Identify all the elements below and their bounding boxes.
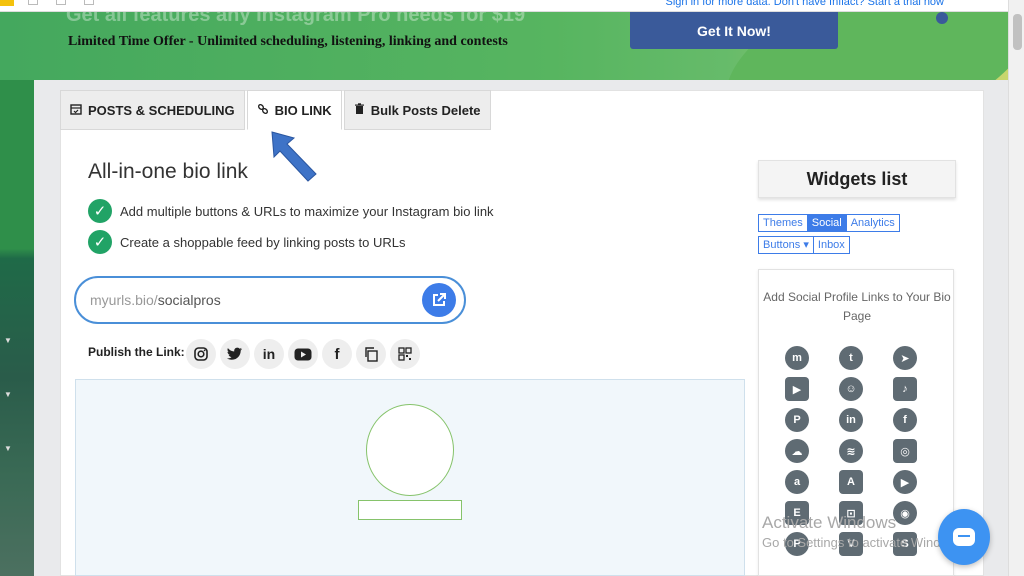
promo-banner: Get all features any Instagram Pro needs… — [0, 12, 1008, 80]
scrollbar-thumb[interactable] — [1013, 14, 1022, 50]
linkedin-icon[interactable]: in — [254, 339, 284, 369]
chat-icon — [953, 528, 975, 546]
soundcloud-icon[interactable]: ☁ — [785, 439, 809, 463]
feature-text: Add multiple buttons & URLs to maximize … — [120, 203, 494, 219]
pointer-arrow-icon — [271, 131, 317, 182]
widget-tab-buttons[interactable]: Buttons ▾ — [758, 236, 814, 254]
tab-posts-scheduling[interactable]: POSTS & SCHEDULING — [60, 90, 245, 130]
tab-label: Bulk Posts Delete — [370, 102, 481, 118]
google-play-icon[interactable]: ▶ — [893, 470, 917, 494]
trash-icon — [354, 102, 365, 118]
share-icons: in f — [186, 339, 424, 369]
check-icon: ✓ — [88, 199, 112, 223]
appstore-icon[interactable]: A — [839, 470, 863, 494]
tab-bar: POSTS & SCHEDULING BIO LINK Bulk Posts D… — [60, 90, 493, 130]
left-sidebar: ▼ ▼ ▼ — [0, 80, 34, 576]
pinterest-icon[interactable]: P — [785, 408, 809, 432]
chevron-down-icon[interactable]: ▼ — [4, 336, 12, 345]
instagram-icon[interactable] — [186, 339, 216, 369]
avatar-placeholder[interactable] — [366, 404, 454, 496]
toolbar-icon[interactable] — [28, 0, 38, 5]
facebook-icon[interactable]: f — [322, 339, 352, 369]
url-prefix: myurls.bio/ — [90, 292, 158, 308]
widget-tab-analytics[interactable]: Analytics — [845, 214, 900, 232]
banner-offer-text: Limited Time Offer - Unlimited schedulin… — [68, 34, 508, 49]
snapchat-icon[interactable]: ☺ — [839, 377, 863, 401]
facebook-icon[interactable]: f — [893, 408, 917, 432]
check-icon: ✓ — [88, 230, 112, 254]
windows-activation-watermark: Activate Windows Go to Settings to activ… — [762, 513, 967, 550]
banner-headline: Get all features any Instagram Pro needs… — [66, 12, 526, 26]
tiktok-icon[interactable]: ♪ — [893, 377, 917, 401]
copy-icon[interactable] — [356, 339, 386, 369]
profile-name-placeholder[interactable] — [358, 500, 462, 520]
bio-page-preview — [75, 379, 745, 576]
vertical-scrollbar[interactable] — [1008, 0, 1024, 576]
widget-tab-social[interactable]: Social — [806, 214, 847, 232]
feature-item: ✓ Create a shoppable feed by linking pos… — [88, 230, 405, 254]
feature-item: ✓ Add multiple buttons & URLs to maximiz… — [88, 199, 494, 223]
telegram-icon[interactable]: ➤ — [893, 346, 917, 370]
banner-dot — [936, 12, 948, 24]
twitter-icon[interactable] — [220, 339, 250, 369]
toolbar-icon[interactable] — [56, 0, 66, 5]
get-it-now-button[interactable]: Get It Now! — [630, 12, 838, 49]
bio-url-field[interactable]: myurls.bio/socialpros — [74, 276, 466, 324]
open-link-button[interactable] — [422, 283, 456, 317]
chat-button[interactable] — [938, 509, 990, 565]
signin-link[interactable]: Sign in for more data. Don't have Inflac… — [666, 0, 944, 8]
amazon-icon[interactable]: a — [785, 470, 809, 494]
youtube-icon[interactable] — [288, 339, 318, 369]
external-link-icon — [433, 293, 446, 306]
tab-bio-link[interactable]: BIO LINK — [246, 90, 342, 130]
widget-tab-inbox[interactable]: Inbox — [812, 236, 850, 254]
tab-label: BIO LINK — [274, 102, 332, 118]
linkedin-icon[interactable]: in — [839, 408, 863, 432]
url-username: socialpros — [157, 292, 221, 308]
twitter-icon[interactable]: t — [839, 346, 863, 370]
tab-bulk-posts-delete[interactable]: Bulk Posts Delete — [343, 90, 491, 130]
bio-url-text: myurls.bio/socialpros — [90, 292, 221, 308]
warning-bar — [0, 0, 14, 6]
link-icon — [257, 103, 269, 118]
top-toolbar: Sign in for more data. Don't have Inflac… — [0, 0, 1008, 12]
qr-code-icon[interactable] — [390, 339, 420, 369]
widgets-list-title: Widgets list — [758, 160, 956, 198]
toolbar-icon[interactable] — [84, 0, 94, 5]
publish-label: Publish the Link: — [88, 345, 185, 359]
widget-tab-themes[interactable]: Themes — [758, 214, 808, 232]
feature-text: Create a shoppable feed by linking posts… — [120, 234, 406, 250]
youtube-icon[interactable]: ▶ — [785, 377, 809, 401]
widget-tabs: Themes Social Analytics Buttons ▾ Inbox — [758, 213, 908, 257]
calendar-icon — [70, 103, 82, 118]
social-widget-description: Add Social Profile Links to Your Bio Pag… — [763, 290, 951, 323]
spotify-icon[interactable]: ≋ — [839, 439, 863, 463]
chevron-down-icon[interactable]: ▼ — [4, 444, 12, 453]
watermark-line2: Go to Settings to activate Windows. — [762, 535, 968, 550]
instagram-icon[interactable]: ◎ — [893, 439, 917, 463]
watermark-line1: Activate Windows — [762, 513, 897, 532]
messenger-icon[interactable]: m — [785, 346, 809, 370]
page-title: All-in-one bio link — [88, 160, 248, 183]
tab-label: POSTS & SCHEDULING — [88, 102, 235, 118]
chevron-down-icon[interactable]: ▼ — [4, 390, 12, 399]
